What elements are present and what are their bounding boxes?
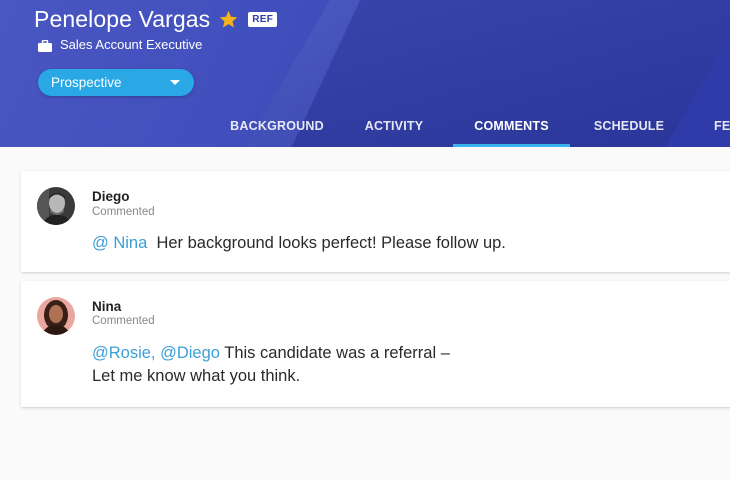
candidate-name: Penelope Vargas (34, 6, 211, 32)
comment-action: Commented (92, 315, 155, 327)
mention-link[interactable]: @ Nina (92, 234, 147, 252)
comment-card: Nina Commented @Rosie, @Diego This candi… (21, 281, 730, 407)
tab-background[interactable]: BACKGROUND (218, 105, 336, 147)
comment-action: Commented (92, 206, 155, 218)
avatar (37, 297, 75, 335)
mention-link[interactable]: @Rosie, @Diego (92, 344, 220, 362)
status-dropdown[interactable]: Prospective (38, 69, 194, 96)
comment-author: Diego (92, 189, 130, 204)
star-icon[interactable] (218, 9, 239, 30)
name-row: Penelope Vargas REF (34, 6, 278, 33)
profile-header: Penelope Vargas REF Sales Account Execut… (0, 0, 730, 147)
tab-fe[interactable]: FE (700, 105, 730, 147)
comment-text: @ Nina Her background looks perfect! Ple… (92, 232, 506, 255)
tab-schedule[interactable]: SCHEDULE (583, 105, 675, 147)
comment-text: @Rosie, @Diego This candidate was a refe… (92, 342, 450, 388)
comment-message: Her background looks perfect! Please fol… (156, 234, 506, 252)
referral-badge: REF (248, 12, 278, 27)
comment-author: Nina (92, 299, 122, 314)
tab-bar: BACKGROUND ACTIVITY COMMENTS SCHEDULE FE (0, 105, 730, 147)
job-row: Sales Account Executive (38, 37, 202, 52)
status-value: Prospective (51, 75, 122, 90)
tab-comments[interactable]: COMMENTS (453, 105, 570, 147)
comment-line-1: @Rosie, @Diego This candidate was a refe… (92, 342, 450, 365)
briefcase-icon (38, 39, 52, 52)
avatar (37, 187, 75, 225)
comment-card: Diego Commented @ Nina Her background lo… (21, 171, 730, 272)
tab-activity[interactable]: ACTIVITY (348, 105, 440, 147)
job-title: Sales Account Executive (60, 37, 203, 52)
comment-line-2: Let me know what you think. (92, 367, 301, 385)
chevron-down-icon (170, 80, 180, 85)
comment-message: This candidate was a referral – (224, 344, 450, 362)
